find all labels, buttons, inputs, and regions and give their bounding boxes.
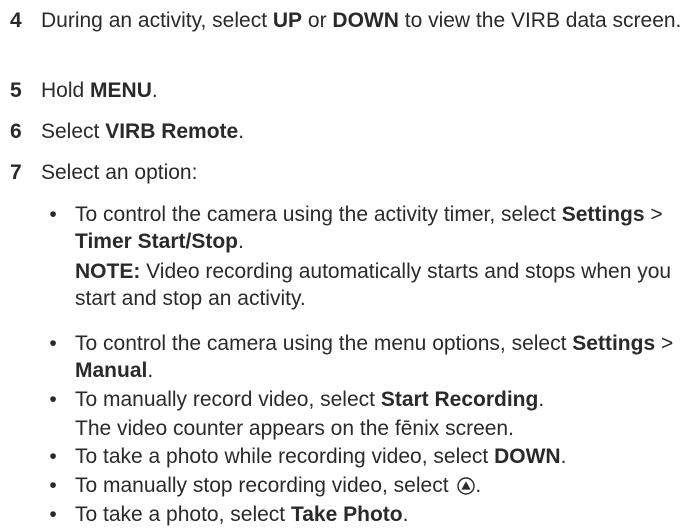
list-item-text: To control the camera using the menu opt… [75, 332, 674, 382]
list-item-text: To take a photo while recording video, s… [75, 445, 567, 468]
counter-note: The video counter appears on the fēnix s… [75, 417, 514, 440]
list-item-text: To take a photo, select Take Photo. [75, 503, 409, 526]
manual-page: 4 During an activity, select UP or DOWN … [0, 0, 693, 526]
step-text: Select an option: [41, 161, 198, 184]
list-item-text: To control the camera using the activity… [75, 203, 663, 253]
bullet: • [49, 388, 57, 411]
bullet: • [49, 503, 57, 526]
list-item-text: To manually stop recording video, select… [75, 474, 482, 497]
list-item-text: To manually record video, select Start R… [75, 388, 545, 411]
note: NOTE: Video recording automatically star… [75, 260, 672, 310]
bullet: • [49, 332, 57, 355]
bullet: • [49, 474, 57, 497]
step-text: Select VIRB Remote. [41, 120, 245, 143]
note-label: NOTE: [75, 260, 141, 283]
step-text: Hold MENU. [41, 79, 158, 102]
bullet: • [49, 445, 57, 468]
bullet: • [49, 203, 57, 226]
stop-recording-icon [457, 475, 476, 495]
step-number: 6 [10, 120, 22, 143]
step-number: 4 [10, 9, 22, 32]
step-text: During an activity, select UP or DOWN to… [41, 9, 682, 32]
step-number: 7 [10, 161, 22, 184]
step-number: 5 [10, 79, 22, 102]
